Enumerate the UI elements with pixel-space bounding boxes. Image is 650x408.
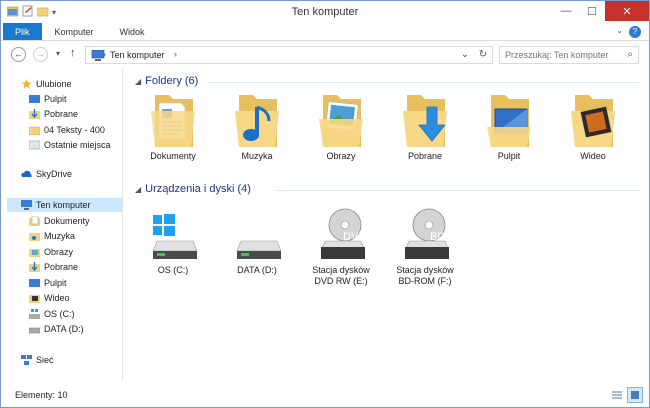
content-area: ◢ Foldery (6) Dokumenty Muzyka Obrazy Po… <box>125 69 645 381</box>
nav-pobrane[interactable]: Pobrane <box>29 260 78 274</box>
drive-tile-bd-f[interactable]: BD Stacja dysków BD-ROM (F:) <box>385 207 465 287</box>
folder-tile[interactable]: Muzyka <box>217 93 297 162</box>
drive-badge: BD <box>430 231 445 243</box>
documents-folder-icon <box>151 95 195 147</box>
videos-folder-icon <box>571 95 615 147</box>
back-button[interactable]: ← <box>11 47 26 62</box>
folder-icon <box>29 126 40 135</box>
nav-wideo[interactable]: Wideo <box>29 291 70 305</box>
windows-drive-icon <box>29 309 40 319</box>
folder-tile[interactable]: Wideo <box>553 93 633 162</box>
pictures-folder-icon <box>319 95 363 147</box>
nav-data-d[interactable]: DATA (D:) <box>29 322 84 336</box>
close-button[interactable]: ✕ <box>605 1 649 21</box>
nav-dokumenty[interactable]: Dokumenty <box>29 214 90 228</box>
drive-badge: DVD <box>343 231 366 243</box>
videos-icon <box>29 295 40 303</box>
tab-plik[interactable]: Plik <box>3 23 42 40</box>
drives-group-header[interactable]: ◢ Urządzenia i dyski (4) <box>135 183 251 195</box>
help-icon[interactable]: ? <box>629 26 641 38</box>
network-icon <box>21 355 32 365</box>
collapse-icon[interactable]: ◢ <box>135 77 141 86</box>
nav-muzyka[interactable]: Muzyka <box>29 229 75 243</box>
desktop-icon <box>29 95 40 103</box>
ribbon-tabs: Plik Komputer Widok ⌄ ? <box>1 23 649 41</box>
cloud-icon <box>21 170 32 177</box>
recent-places-icon <box>29 140 40 150</box>
nav-fav-pobrane[interactable]: Pobrane <box>29 107 78 121</box>
up-button[interactable]: ↑ <box>70 47 76 59</box>
music-icon <box>29 233 40 241</box>
nav-pulpit[interactable]: Pulpit <box>29 276 67 290</box>
downloads-icon <box>29 262 40 272</box>
search-input[interactable] <box>500 47 618 63</box>
downloads-folder-icon <box>403 95 447 147</box>
folder-tile[interactable]: Pulpit <box>469 93 549 162</box>
star-icon <box>21 79 32 89</box>
hard-drive-icon <box>29 327 40 334</box>
navigation-pane: Ulubione Pulpit Pobrane 04 Teksty - 400 … <box>1 69 123 381</box>
folder-tile[interactable]: Obrazy <box>301 93 381 162</box>
music-folder-icon <box>235 95 279 147</box>
details-view-button[interactable] <box>609 387 625 403</box>
title-bar: ▾ Ten komputer — ☐ ✕ <box>1 1 649 23</box>
drive-tile-data-d[interactable]: DATA (D:) <box>217 207 297 276</box>
recent-locations-icon[interactable]: ▾ <box>56 49 60 58</box>
bd-drive-icon: BD <box>404 208 450 259</box>
breadcrumb[interactable]: Ten komputer <box>110 50 165 60</box>
nav-os-c[interactable]: OS (C:) <box>29 307 75 321</box>
item-count: Elementy: 10 <box>15 390 68 400</box>
documents-icon <box>29 216 40 226</box>
breadcrumb-separator-icon[interactable]: › <box>103 49 106 59</box>
window-title: Ten komputer <box>291 6 359 18</box>
forward-button[interactable]: → <box>33 47 48 62</box>
folder-tile[interactable]: Dokumenty <box>133 93 213 162</box>
tab-widok[interactable]: Widok <box>107 23 158 40</box>
pictures-icon <box>29 249 40 257</box>
status-bar: Elementy: 10 <box>1 382 649 407</box>
nav-favorites[interactable]: Ulubione <box>21 77 72 91</box>
nav-network[interactable]: Sieć <box>21 353 54 367</box>
drive-tile-dvd-e[interactable]: DVD Stacja dysków DVD RW (E:) <box>301 207 381 287</box>
collapse-icon[interactable]: ◢ <box>135 185 141 194</box>
breadcrumb-chevron-icon[interactable]: › <box>174 49 177 59</box>
view-switcher <box>609 387 643 403</box>
refresh-icon[interactable]: ↻ <box>474 47 492 63</box>
computer-icon <box>21 200 32 210</box>
nav-fav-teksty[interactable]: 04 Teksty - 400 <box>29 123 105 137</box>
folder-tile[interactable]: Pobrane <box>385 93 465 162</box>
group-divider <box>275 190 639 191</box>
search-box[interactable]: ⌕ <box>499 46 639 64</box>
minimize-button[interactable]: — <box>553 1 579 21</box>
explorer-window: ▾ Ten komputer — ☐ ✕ Plik Komputer Widok… <box>0 0 650 408</box>
maximize-button[interactable]: ☐ <box>579 1 605 21</box>
folders-group-header[interactable]: ◢ Foldery (6) <box>135 75 198 87</box>
desktop-folder-icon <box>487 95 531 147</box>
tab-komputer[interactable]: Komputer <box>42 23 107 40</box>
nav-fav-ostatnie[interactable]: Ostatnie miejsca <box>29 138 111 152</box>
large-icons-view-button[interactable] <box>627 387 643 403</box>
expand-ribbon-icon[interactable]: ⌄ <box>616 26 623 35</box>
downloads-icon <box>29 109 40 119</box>
dvd-drive-icon: DVD <box>320 208 366 259</box>
windows-drive-icon <box>152 214 198 259</box>
navigation-bar: ← → ▾ ↑ › Ten komputer › ⌄ ↻ ⌕ <box>1 42 649 68</box>
search-icon[interactable]: ⌕ <box>627 49 633 60</box>
nav-fav-pulpit[interactable]: Pulpit <box>29 92 67 106</box>
address-bar[interactable]: › Ten komputer › ⌄ ↻ <box>85 46 493 64</box>
hard-drive-icon <box>236 240 282 259</box>
window-controls: — ☐ ✕ <box>553 1 649 21</box>
nav-ten-komputer[interactable]: Ten komputer <box>7 198 122 212</box>
nav-obrazy[interactable]: Obrazy <box>29 245 73 259</box>
group-divider <box>207 82 639 83</box>
nav-skydrive[interactable]: SkyDrive <box>21 167 72 181</box>
desktop-icon <box>29 279 40 287</box>
drive-tile-os-c[interactable]: OS (C:) <box>133 207 213 276</box>
address-dropdown-icon[interactable]: ⌄ <box>456 47 474 63</box>
